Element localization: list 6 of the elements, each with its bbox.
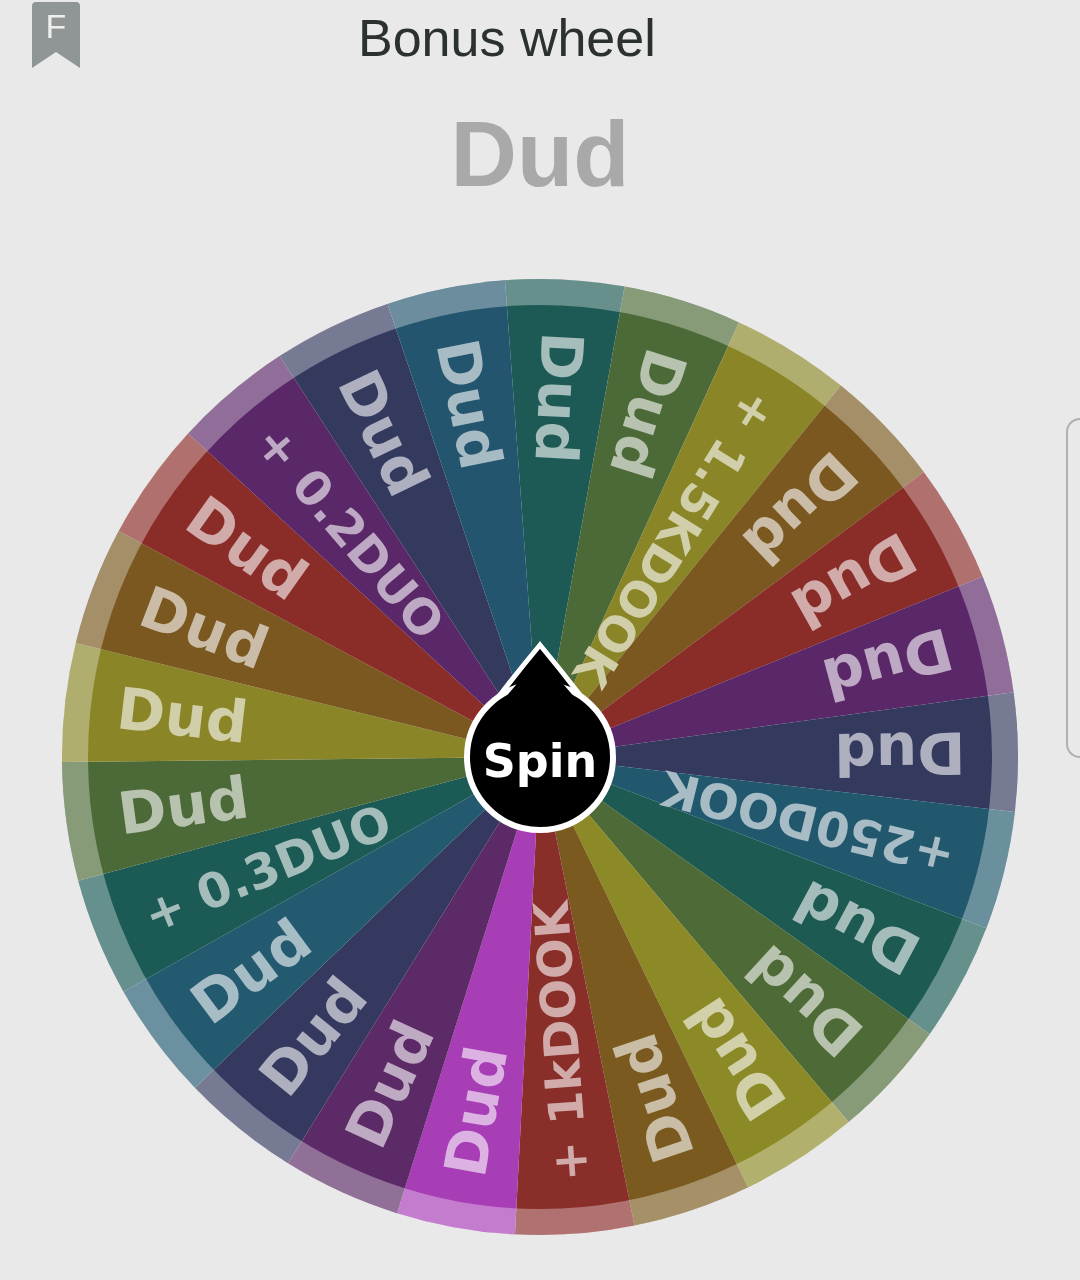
page-title: Bonus wheel (358, 8, 656, 68)
segment-label: Dud (431, 1040, 522, 1182)
bookmark-letter: F (45, 7, 67, 45)
segment-label: Dud (113, 674, 252, 757)
result-text: Dud (449, 102, 631, 207)
segment-label: + 1kDOOK (522, 899, 600, 1184)
